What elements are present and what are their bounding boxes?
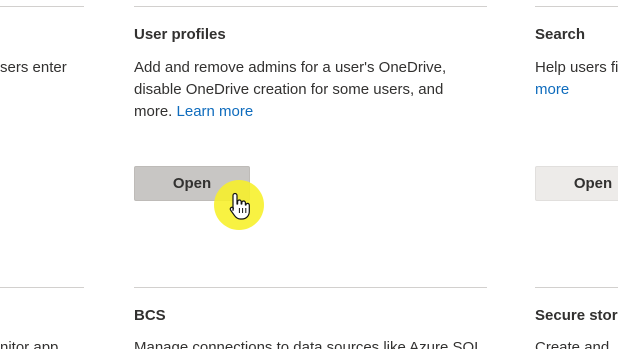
description-line-3-prefix: more. <box>134 103 177 120</box>
learn-more-link[interactable]: Learn more <box>177 103 254 120</box>
card-left-top: sers enter <box>0 0 84 140</box>
card-search-description: Help users fi more <box>535 57 618 101</box>
search-learn-more-text[interactable]: more <box>535 81 569 98</box>
card-user-profiles-title: User profiles <box>134 26 226 43</box>
card-secure-store-title: Secure store <box>535 307 618 324</box>
card-search: Search Help users fi more Open <box>535 0 618 285</box>
description-line-2: disable OneDrive creation for some users… <box>134 81 444 98</box>
search-learn-more-link[interactable]: more <box>535 79 618 101</box>
card-bcs: BCS Manage connections to data sources l… <box>134 288 494 349</box>
card-bcs-description: Manage connections to data sources like … <box>134 339 483 349</box>
description-line-1: Add and remove admins for a user's OneDr… <box>134 59 447 76</box>
card-search-title: Search <box>535 26 586 43</box>
description-line-3: more. Learn more <box>134 101 494 123</box>
search-open-button[interactable]: Open <box>535 166 618 201</box>
card-left-top-description: sers enter <box>0 59 67 76</box>
hand-pointer-icon <box>229 192 250 220</box>
card-left-bottom-description: nitor app <box>0 339 59 349</box>
card-bcs-title: BCS <box>134 307 166 324</box>
card-left-bottom: nitor app <box>0 288 84 349</box>
card-secure-store: Secure store Create and <box>535 288 618 349</box>
search-description-line-1: Help users fi <box>535 59 618 76</box>
card-user-profiles-description: Add and remove admins for a user's OneDr… <box>134 57 494 123</box>
settings-page: sers enter User profiles Add and remove … <box>0 0 618 349</box>
card-user-profiles: User profiles Add and remove admins for … <box>134 0 494 285</box>
card-secure-store-description: Create and <box>535 339 610 349</box>
